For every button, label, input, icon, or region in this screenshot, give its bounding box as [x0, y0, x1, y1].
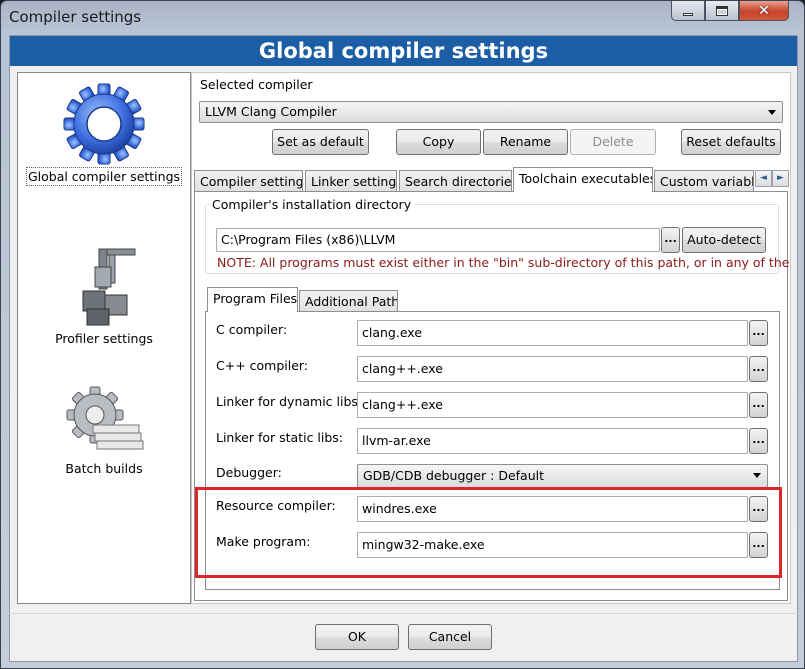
browse-c-compiler-button[interactable]: ...	[749, 320, 768, 346]
tab-toolchain-executables[interactable]: Toolchain executables	[513, 167, 653, 192]
tab-custom-variables[interactable]: Custom variables	[654, 170, 754, 192]
resource-compiler-label: Resource compiler:	[216, 498, 336, 513]
debugger-select[interactable]: GDB/CDB debugger : Default	[357, 464, 768, 488]
browse-installation-directory-button[interactable]: ...	[661, 227, 680, 253]
auto-detect-button[interactable]: Auto-detect	[682, 227, 766, 253]
static-linker-label: Linker for static libs:	[216, 430, 344, 445]
settings-sidebar: Global compiler settings Profiler settin…	[17, 72, 191, 604]
browse-static-linker-button[interactable]: ...	[749, 428, 768, 454]
installation-directory-title: Compiler's installation directory	[209, 197, 415, 212]
sidebar-item-label: Batch builds	[65, 461, 143, 476]
caliper-icon	[82, 248, 136, 326]
arrow-left-icon: ◄	[760, 173, 767, 183]
maximize-button[interactable]	[705, 1, 739, 21]
browse-make-program-button[interactable]: ...	[749, 532, 768, 558]
installation-note: NOTE: All programs must exist either in …	[217, 255, 790, 270]
browse-cpp-compiler-button[interactable]: ...	[749, 356, 768, 382]
rename-button[interactable]: Rename	[483, 129, 568, 155]
tab-compiler-settings[interactable]: Compiler settings	[194, 170, 303, 192]
close-button[interactable]: ✕	[739, 1, 789, 21]
dialog-client: Global compiler settings Global compiler…	[9, 35, 798, 662]
batch-gear-icon	[66, 386, 144, 450]
tab-program-files[interactable]: Program Files	[207, 287, 298, 312]
tab-scroll-right-button[interactable]: ►	[772, 170, 789, 187]
window-title: Compiler settings	[9, 8, 142, 26]
tab-scroll-left-button[interactable]: ◄	[755, 170, 772, 187]
chevron-down-icon	[753, 473, 761, 478]
cpp-compiler-label: C++ compiler:	[216, 358, 309, 373]
sidebar-item-profiler[interactable]: Profiler settings	[18, 245, 190, 346]
title-bar[interactable]: Compiler settings ✕	[1, 1, 804, 35]
installation-directory-field[interactable]: C:\Program Files (x86)\LLVM	[216, 228, 660, 252]
resource-compiler-field[interactable]: windres.exe	[357, 496, 748, 522]
c-compiler-field[interactable]: clang.exe	[357, 320, 748, 346]
static-linker-field[interactable]: llvm-ar.exe	[357, 428, 748, 454]
delete-button[interactable]: Delete	[570, 129, 656, 155]
tab-linker-settings[interactable]: Linker settings	[305, 170, 397, 192]
dynamic-linker-label: Linker for dynamic libs:	[216, 394, 363, 409]
compiler-settings-panel: Selected compiler LLVM Clang Compiler Se…	[191, 72, 791, 604]
minimize-button[interactable]	[671, 1, 705, 21]
reset-defaults-button[interactable]: Reset defaults	[681, 129, 781, 155]
copy-button[interactable]: Copy	[396, 129, 481, 155]
footer-divider	[9, 613, 798, 614]
browse-dynamic-linker-button[interactable]: ...	[749, 392, 768, 418]
cpp-compiler-field[interactable]: clang++.exe	[357, 356, 748, 382]
selected-compiler-label: Selected compiler	[200, 77, 313, 92]
set-as-default-button[interactable]: Set as default	[272, 129, 369, 155]
program-files-pane: C compiler: clang.exe ... C++ compiler: …	[205, 311, 780, 590]
browse-resource-compiler-button[interactable]: ...	[749, 496, 768, 522]
c-compiler-label: C compiler:	[216, 322, 288, 337]
page-title: Global compiler settings	[10, 36, 797, 66]
make-program-field[interactable]: mingw32-make.exe	[357, 532, 748, 558]
minimize-icon	[683, 12, 693, 16]
chevron-down-icon	[768, 110, 776, 115]
debugger-select-value: GDB/CDB debugger : Default	[363, 468, 545, 483]
compiler-select-value: LLVM Clang Compiler	[205, 104, 337, 119]
compiler-select[interactable]: LLVM Clang Compiler	[199, 101, 783, 123]
ok-button[interactable]: OK	[315, 624, 399, 650]
compiler-settings-window: Compiler settings ✕ Global compiler sett…	[0, 0, 805, 669]
sidebar-item-batch-builds[interactable]: Batch builds	[18, 385, 190, 476]
maximize-icon	[716, 5, 728, 16]
sidebar-item-global-compiler[interactable]: Global compiler settings	[18, 83, 190, 186]
toolchain-executables-pane: Compiler's installation directory C:\Pro…	[194, 191, 790, 601]
sidebar-item-label: Profiler settings	[55, 331, 153, 346]
sidebar-item-label: Global compiler settings	[25, 167, 183, 186]
gear-icon	[63, 83, 145, 165]
tab-additional-paths[interactable]: Additional Paths	[299, 290, 398, 312]
dynamic-linker-field[interactable]: clang++.exe	[357, 392, 748, 418]
close-icon: ✕	[758, 2, 770, 19]
cancel-button[interactable]: Cancel	[408, 624, 492, 650]
arrow-right-icon: ►	[777, 173, 784, 183]
debugger-label: Debugger:	[216, 465, 282, 480]
tab-search-directories[interactable]: Search directories	[399, 170, 512, 192]
make-program-label: Make program:	[216, 534, 311, 549]
